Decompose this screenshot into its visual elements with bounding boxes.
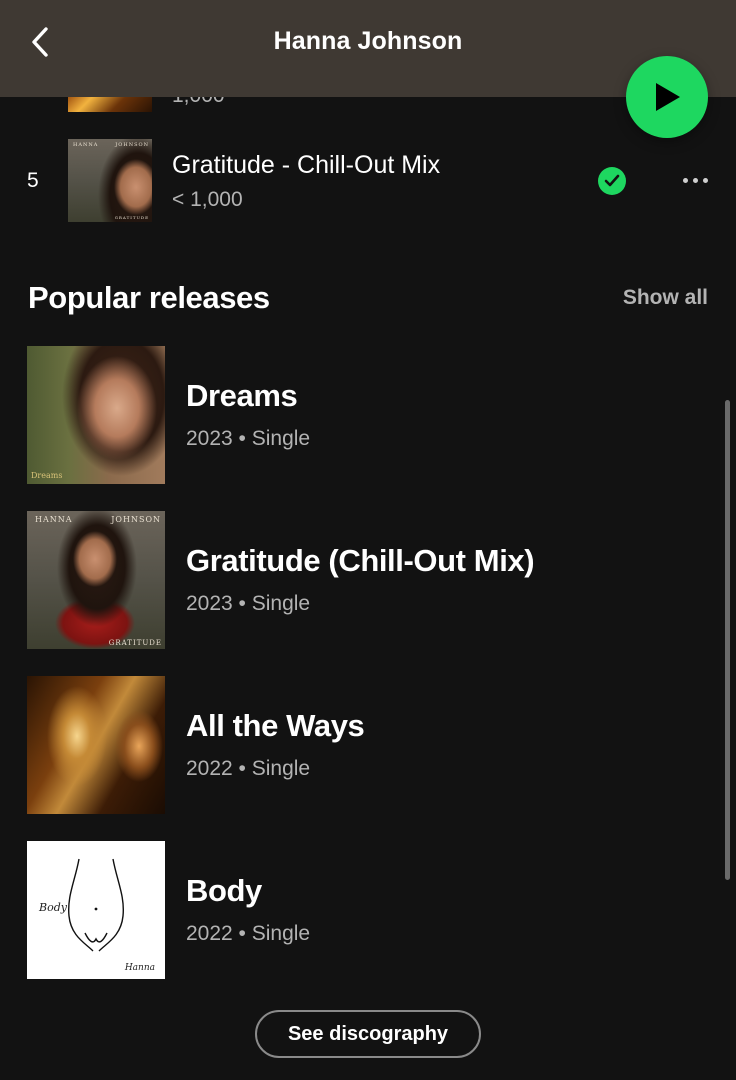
release-title: Gratitude (Chill-Out Mix): [186, 543, 535, 578]
release-item[interactable]: All the Ways 2022 • Single: [0, 676, 720, 814]
cover-text-left: HANNA: [73, 142, 99, 148]
track-number: 5: [27, 169, 39, 192]
check-icon: [604, 174, 620, 187]
track-cover-art: HANNA JOHNSON GRATITUDE: [68, 139, 152, 222]
cover-text: Body: [39, 901, 67, 914]
release-item[interactable]: Dreams Dreams 2023 • Single: [0, 346, 720, 484]
cover-signature: Hanna: [124, 963, 155, 973]
play-button[interactable]: [626, 56, 708, 138]
release-title: All the Ways: [186, 708, 365, 743]
release-cover-art: Dreams: [27, 346, 165, 484]
section-title: Popular releases: [28, 280, 270, 315]
top-bar: Hanna Johnson: [0, 0, 736, 97]
cover-text-right: JOHNSON: [115, 142, 149, 148]
play-icon: [656, 83, 680, 111]
cover-text-left: HANNA: [35, 515, 73, 524]
saved-button[interactable]: [598, 167, 626, 195]
release-cover-art: Body Hanna: [27, 841, 165, 979]
cover-text: Dreams: [31, 471, 63, 480]
cover-text-bottom: GRATITUDE: [114, 215, 149, 220]
more-dot: [702, 177, 708, 183]
see-discography-button[interactable]: See discography: [255, 1010, 481, 1058]
release-item[interactable]: HANNA JOHNSON GRATITUDE Gratitude (Chill…: [0, 511, 720, 649]
cover-text-right: JOHNSON: [111, 515, 161, 524]
scrollbar[interactable]: [725, 400, 730, 880]
release-meta: 2023 • Single: [186, 427, 311, 450]
release-meta: 2022 • Single: [186, 757, 311, 780]
track-row[interactable]: 5 HANNA JOHNSON GRATITUDE Gratitude - Ch…: [0, 139, 736, 223]
release-cover-art: HANNA JOHNSON GRATITUDE: [27, 511, 165, 649]
track-plays: < 1,000: [172, 188, 243, 211]
artist-name-title: Hanna Johnson: [273, 27, 463, 55]
more-dot: [692, 177, 698, 183]
release-meta: 2023 • Single: [186, 592, 311, 615]
release-cover-art: [27, 676, 165, 814]
track-title: Gratitude - Chill-Out Mix: [172, 151, 441, 179]
release-meta: 2022 • Single: [186, 922, 311, 945]
more-dot: [682, 177, 688, 183]
artist-page: 1,000 Hanna Johnson 5 HANNA JOHNSON GRAT…: [0, 0, 736, 1080]
release-title: Body: [186, 873, 262, 908]
release-item[interactable]: Body Hanna Body 2022 • Single: [0, 841, 720, 979]
more-options-button[interactable]: [676, 165, 714, 195]
release-title: Dreams: [186, 378, 298, 413]
show-all-link[interactable]: Show all: [623, 286, 708, 310]
cover-text-bottom: GRATITUDE: [108, 639, 162, 647]
